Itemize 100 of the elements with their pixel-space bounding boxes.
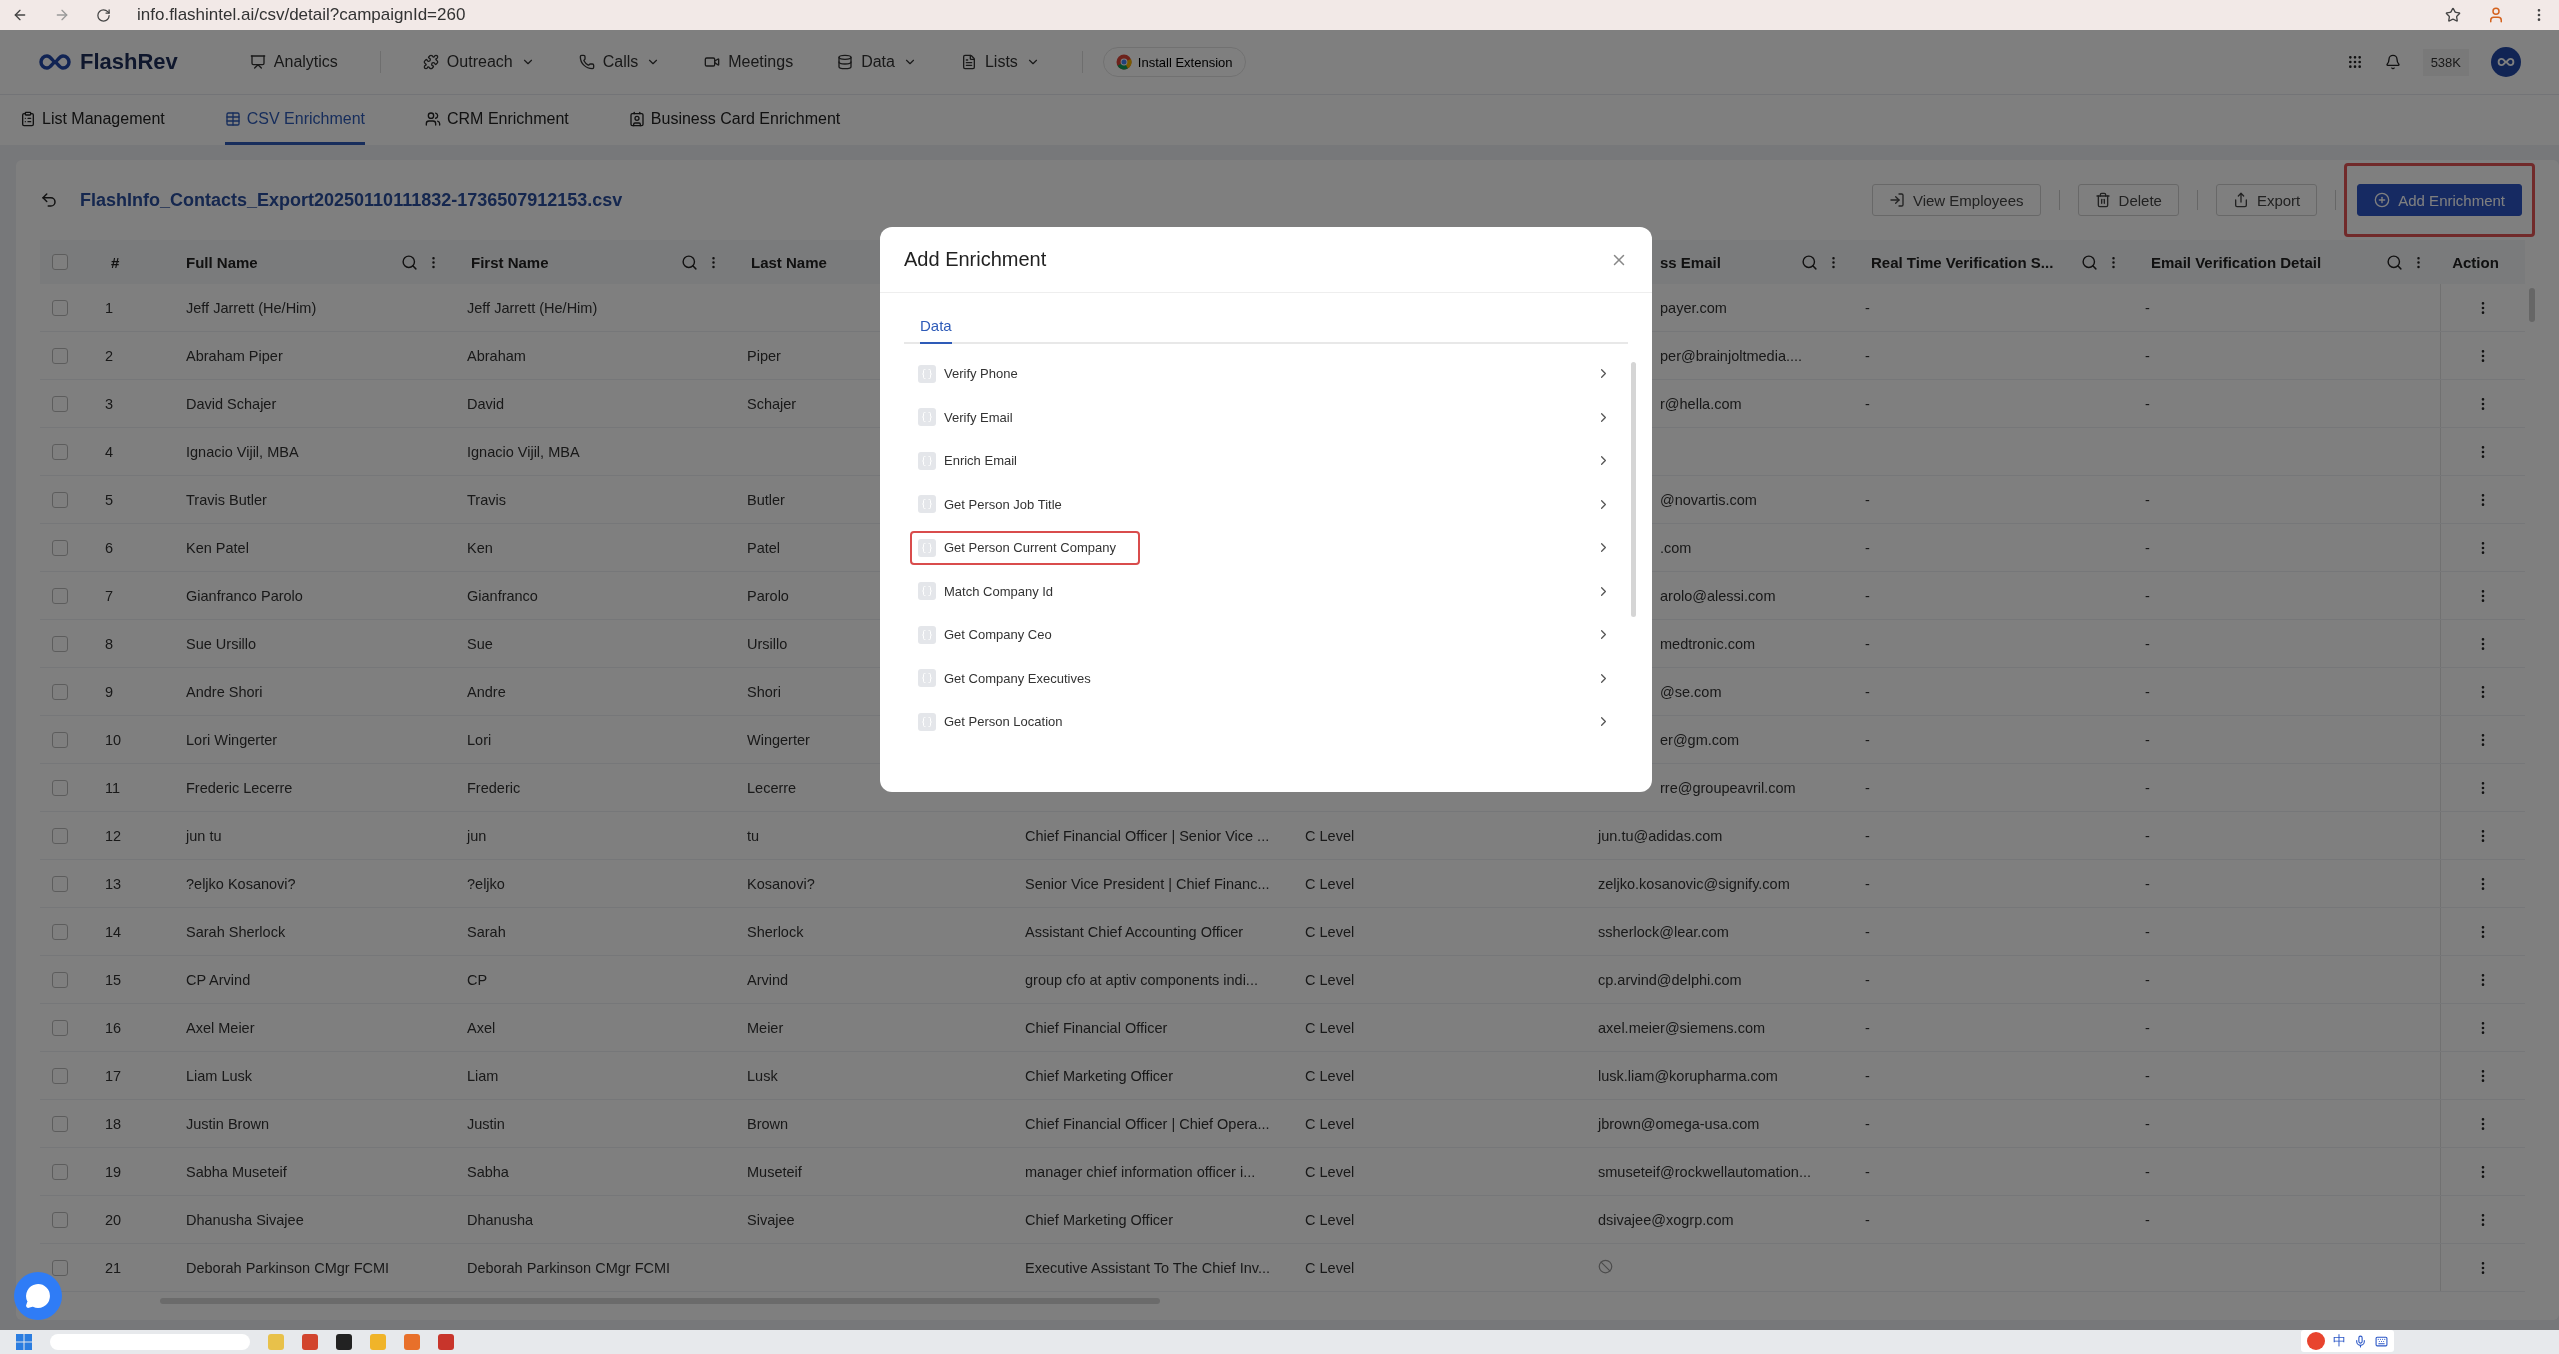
row-checkbox[interactable] — [52, 923, 68, 940]
row-checkbox[interactable] — [52, 971, 68, 988]
row-checkbox[interactable] — [52, 779, 68, 796]
toolbar-button[interactable]: View Employees — [1871, 184, 2041, 216]
last-name-cell: Sivajee — [747, 1211, 795, 1228]
page-tab[interactable]: CRM Enrichment — [425, 95, 569, 145]
nav-item[interactable]: Outreach — [400, 53, 557, 71]
row-checkbox[interactable] — [52, 587, 68, 604]
page-tab[interactable]: List Management — [20, 95, 165, 145]
microphone-icon — [2354, 1334, 2367, 1348]
nav-item[interactable]: Meetings — [682, 53, 816, 71]
profile-icon[interactable] — [2487, 6, 2505, 24]
row-checkbox[interactable] — [52, 299, 68, 316]
enrichment-option[interactable]: Verify Email — [910, 400, 1021, 435]
back-icon[interactable] — [12, 7, 28, 23]
verification-detail-cell: - — [2145, 1211, 2150, 1228]
last-name-cell: Lecerre — [747, 779, 797, 796]
row-checkbox[interactable] — [52, 1115, 68, 1132]
enrichment-option[interactable]: Verify Phone — [910, 356, 1026, 391]
input-method-logo-icon — [2307, 1332, 2325, 1350]
apps-grid-icon[interactable] — [2346, 54, 2363, 70]
braces-icon — [918, 538, 936, 557]
verification-cell: - — [1865, 635, 1870, 652]
nav-item[interactable]: Calls — [556, 53, 683, 71]
row-checkbox[interactable] — [52, 539, 68, 556]
page-tab[interactable]: CSV Enrichment — [224, 95, 365, 145]
enrichment-option[interactable]: Get Person Job Title — [910, 487, 1070, 522]
email-cell: zeljko.kosanovic@signify.com — [1598, 875, 1790, 892]
file-title: FlashInfo_Contacts_Export20250110111832-1736507912153.csv — [80, 189, 623, 211]
back-icon[interactable] — [40, 191, 58, 209]
row-checkbox[interactable] — [52, 683, 68, 700]
add-enrichment-button[interactable]: Add Enrichment — [2357, 184, 2522, 216]
app-icon[interactable] — [336, 1334, 352, 1350]
dialog-tab[interactable]: Data — [920, 309, 952, 344]
row-number: 17 — [105, 1067, 122, 1084]
enrichment-option[interactable]: Get Company Ceo — [910, 617, 1060, 652]
enrichment-option[interactable]: Get Person Location — [910, 704, 1071, 739]
ime-mode[interactable]: 中 — [2333, 1332, 2346, 1350]
row-checkbox[interactable] — [52, 1019, 68, 1036]
scrollbar[interactable] — [1631, 362, 1636, 617]
page-tab[interactable]: Business Card Enrichment — [628, 95, 841, 145]
nav-item[interactable]: Data — [815, 53, 939, 71]
puzzle-icon — [422, 54, 439, 70]
toolbar-button[interactable]: Delete — [2077, 184, 2179, 216]
email-cell: ssherlock@lear.com — [1598, 923, 1729, 940]
search-icon[interactable] — [2081, 253, 2098, 271]
verification-cell: - — [1865, 731, 1870, 748]
search-icon[interactable] — [1801, 253, 1818, 271]
scrollbar[interactable] — [2529, 288, 2535, 322]
row-checkbox[interactable] — [52, 491, 68, 508]
select-all-checkbox[interactable] — [52, 254, 68, 270]
job-title-cell: Chief Financial Officer — [1025, 1019, 1168, 1036]
row-number: 3 — [105, 395, 114, 412]
full-name-cell: Sarah Sherlock — [186, 923, 286, 940]
email-cell: per@brainjoltmedia.... — [1660, 347, 1803, 364]
forward-icon[interactable] — [54, 7, 70, 23]
email-cell: .com — [1660, 539, 1692, 556]
row-checkbox[interactable] — [52, 1163, 68, 1180]
enrichment-option[interactable]: Get Person Current Company — [910, 530, 1140, 565]
install-extension-button[interactable]: Install Extension — [1102, 47, 1246, 77]
row-checkbox[interactable] — [52, 347, 68, 364]
last-name-cell: Arvind — [747, 971, 789, 988]
nav-item[interactable]: Analytics — [227, 53, 360, 71]
search-icon[interactable] — [681, 253, 698, 271]
nav-item[interactable]: Lists — [938, 53, 1062, 71]
row-checkbox[interactable] — [52, 875, 68, 892]
enrichment-option[interactable]: Match Company Id — [910, 574, 1062, 609]
row-checkbox[interactable] — [52, 827, 68, 844]
search-icon[interactable] — [401, 253, 418, 271]
verification-detail-cell: - — [2145, 971, 2150, 988]
row-number: 1 — [105, 299, 114, 316]
search-icon[interactable] — [2386, 253, 2403, 271]
verification-detail-cell: - — [2145, 683, 2150, 700]
reload-icon[interactable] — [96, 7, 111, 23]
braces-icon — [918, 625, 936, 644]
ime-toolbar[interactable]: 中 — [2301, 1330, 2394, 1352]
enrichment-option[interactable]: Enrich Email — [910, 443, 1025, 478]
bell-icon[interactable] — [2384, 54, 2401, 70]
row-checkbox[interactable] — [52, 635, 68, 652]
row-checkbox[interactable] — [52, 1259, 68, 1276]
email-cell: @novartis.com — [1660, 491, 1757, 508]
first-name-cell: CP — [467, 971, 488, 988]
row-checkbox[interactable] — [52, 731, 68, 748]
row-number: 13 — [105, 875, 122, 892]
row-checkbox[interactable] — [52, 1067, 68, 1084]
email-cell: jun.tu@adidas.com — [1598, 827, 1723, 844]
first-name-cell: Abraham — [467, 347, 526, 364]
enrichment-option[interactable]: Get Company Executives — [910, 661, 1099, 696]
verification-detail-cell: - — [2145, 875, 2150, 892]
avatar[interactable] — [2491, 47, 2521, 77]
search-field[interactable] — [50, 1334, 250, 1350]
verification-cell: - — [1865, 683, 1870, 700]
toolbar-button[interactable]: Export — [2215, 184, 2318, 216]
last-name-cell: Shori — [747, 683, 781, 700]
row-checkbox[interactable] — [52, 1211, 68, 1228]
video-icon — [704, 54, 721, 70]
braces-icon — [918, 451, 936, 470]
row-checkbox[interactable] — [52, 395, 68, 412]
row-checkbox[interactable] — [52, 443, 68, 460]
bookmark-star-icon[interactable] — [2445, 7, 2461, 23]
